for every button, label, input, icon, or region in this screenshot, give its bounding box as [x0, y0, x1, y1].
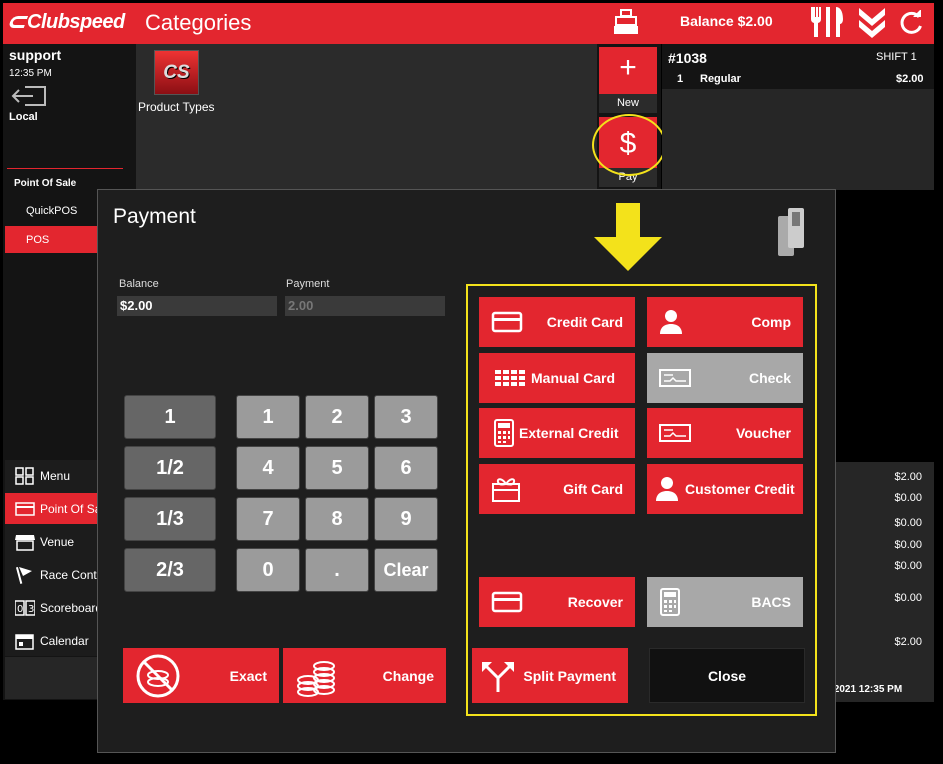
calendar-icon	[15, 633, 34, 650]
keypad-decimal[interactable]: .	[305, 548, 369, 592]
payment-amount-input[interactable]: 2.00	[285, 296, 445, 316]
refresh-icon[interactable]	[898, 10, 924, 36]
balance-field: $2.00	[117, 296, 277, 316]
exact-button[interactable]: Exact	[123, 648, 279, 703]
top-bar	[3, 3, 934, 44]
sidebar-section-header: Point Of Sale	[14, 178, 77, 189]
fraction-third-key[interactable]: 1/3	[124, 497, 216, 541]
keypad-8[interactable]: 8	[305, 497, 369, 541]
cash-register-icon[interactable]	[612, 9, 640, 35]
ticket-datetime: /2021 12:35 PM	[831, 684, 903, 695]
nav-label: Menu	[40, 468, 71, 483]
change-label: Change	[382, 667, 434, 684]
clubspeed-pos-window: Clubspeed Categories Balance $2.00 suppo…	[0, 0, 943, 764]
scoreboard-icon: 03	[15, 599, 35, 616]
nav-label: Calendar	[40, 633, 89, 648]
line-price: $2.00	[896, 73, 924, 85]
keypad-clear[interactable]: Clear	[374, 548, 438, 592]
total-value: $0.00	[894, 592, 922, 604]
product-types-label[interactable]: Product Types	[138, 100, 215, 114]
line-quantity: 1	[677, 73, 684, 85]
coins-icon	[297, 660, 335, 697]
sidebar-item-quickpos[interactable]: QuickPOS	[5, 199, 98, 224]
new-button[interactable]: + New	[599, 47, 657, 113]
nav-label: Point Of Sale	[40, 501, 98, 516]
sidebar-item-pos[interactable]: POS	[5, 226, 98, 253]
keypad-0[interactable]: 0	[236, 548, 300, 592]
product-types-tile[interactable]: CS	[154, 50, 199, 95]
divider	[7, 168, 123, 169]
payment-label: Payment	[286, 278, 330, 290]
svg-text:0: 0	[17, 604, 23, 615]
nav-label: Venue	[40, 534, 75, 549]
total-value: $0.00	[894, 517, 922, 529]
total-value: $2.00	[894, 636, 922, 648]
page-title: Categories	[145, 10, 252, 35]
fraction-two-thirds-key[interactable]: 2/3	[124, 548, 216, 592]
total-value: $0.00	[894, 539, 922, 551]
logout-icon[interactable]	[11, 85, 47, 107]
new-button-label: New	[599, 94, 657, 113]
svg-text:3: 3	[28, 604, 34, 615]
nav-menu[interactable]: Menu	[5, 460, 98, 491]
card-terminal-icon[interactable]	[774, 206, 808, 258]
exact-label: Exact	[229, 667, 267, 684]
keypad-4[interactable]: 4	[236, 446, 300, 490]
nav-label: Race Control	[40, 567, 98, 582]
keypad-5[interactable]: 5	[305, 446, 369, 490]
category-grid	[136, 44, 597, 190]
nav-point-of-sale[interactable]: Point Of Sale	[5, 493, 98, 524]
highlight-box	[466, 284, 817, 716]
no-change-icon	[136, 654, 180, 697]
balance-label: Balance	[119, 278, 159, 290]
brand-logo: Clubspeed	[7, 11, 125, 34]
dialog-title: Payment	[113, 205, 196, 228]
total-value: $0.00	[894, 492, 922, 504]
nav-calendar[interactable]: Calendar	[5, 625, 98, 656]
keypad-3[interactable]: 3	[374, 395, 438, 439]
balance-indicator: Balance $2.00	[680, 13, 773, 29]
sidebar-footer	[5, 657, 98, 699]
nav-label: Scoreboard	[40, 600, 98, 615]
flag-icon	[15, 566, 32, 584]
shift-label: SHIFT 1	[876, 51, 917, 63]
highlight-circle	[592, 114, 666, 176]
user-name: support	[9, 47, 62, 63]
fraction-half-key[interactable]: 1/2	[124, 446, 216, 490]
keypad-1[interactable]: 1	[236, 395, 300, 439]
arrow-down-icon	[594, 203, 662, 271]
nav-venue[interactable]: Venue	[5, 526, 98, 557]
total-value: $2.00	[894, 471, 922, 483]
keypad-9[interactable]: 9	[374, 497, 438, 541]
plus-icon: +	[619, 51, 637, 84]
store-icon	[15, 534, 35, 551]
location-label: Local	[9, 111, 38, 123]
chevron-down-icon[interactable]	[857, 6, 887, 38]
grid-icon	[15, 466, 34, 485]
keypad-6[interactable]: 6	[374, 446, 438, 490]
fraction-full-key[interactable]: 1	[124, 395, 216, 439]
card-icon	[15, 501, 35, 516]
ticket-number: #1038	[668, 50, 707, 66]
total-value: $0.00	[894, 560, 922, 572]
clock-time: 12:35 PM	[9, 68, 52, 79]
cutlery-icon[interactable]	[808, 6, 848, 38]
keypad-2[interactable]: 2	[305, 395, 369, 439]
keypad-7[interactable]: 7	[236, 497, 300, 541]
nav-scoreboard[interactable]: 03 Scoreboard	[5, 592, 98, 623]
change-button[interactable]: Change	[283, 648, 446, 703]
nav-race-control[interactable]: Race Control	[5, 559, 98, 590]
line-item-name[interactable]: Regular	[700, 73, 741, 85]
